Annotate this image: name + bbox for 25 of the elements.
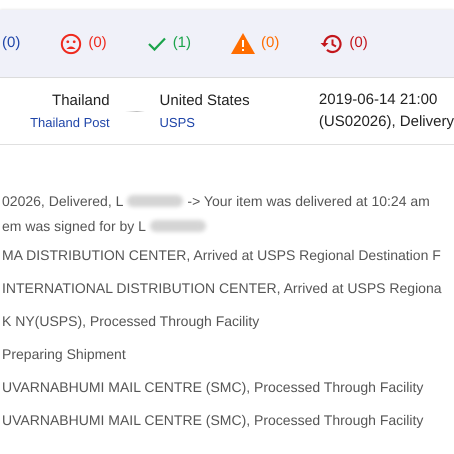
event-text: Preparing Shipment — [2, 345, 126, 364]
event-text: UVARNABHUMI MAIL CENTRE (SMC), Processed Through Facility — [2, 411, 424, 430]
event-text: 02026, Delivered, L — [2, 192, 124, 210]
status-count[interactable]: (0) — [88, 32, 107, 55]
blurred-name — [150, 220, 206, 232]
event-text: -> Your item was delivered at 10:24 am — [187, 192, 430, 210]
latest-time: 2019-06-14 21:00 — [318, 90, 438, 110]
warning-icon — [231, 33, 256, 54]
event-text: K NY(USPS), Processed Through Facility — [2, 312, 260, 331]
blurred-name — [127, 195, 184, 207]
event-text: INTERNATIONAL DISTRIBUTION CENTER, Arrived at USPS Regiona — [2, 279, 442, 298]
check-icon — [146, 36, 167, 52]
origin-country: Thailand — [52, 91, 110, 111]
destination-country: United States — [160, 91, 251, 111]
history-icon — [319, 32, 344, 54]
destination-carrier[interactable]: USPS — [160, 112, 319, 132]
status-count[interactable]: (0) — [2, 32, 20, 55]
status-count[interactable]: (0) — [349, 32, 368, 55]
origin-carrier[interactable]: Thailand Post — [30, 112, 110, 132]
event-text: em was signed for by L — [2, 216, 146, 236]
latest-event: (US02026), Delivery — [318, 112, 454, 132]
event-text: MA DISTRIBUTION CENTER, Arrived at USPS Regional Destination F — [2, 246, 441, 265]
event-text: UVARNABHUMI MAIL CENTRE (SMC), Processed Through Facility — [2, 378, 424, 397]
sad-face-icon — [60, 32, 82, 54]
status-count[interactable]: (1) — [172, 32, 192, 55]
